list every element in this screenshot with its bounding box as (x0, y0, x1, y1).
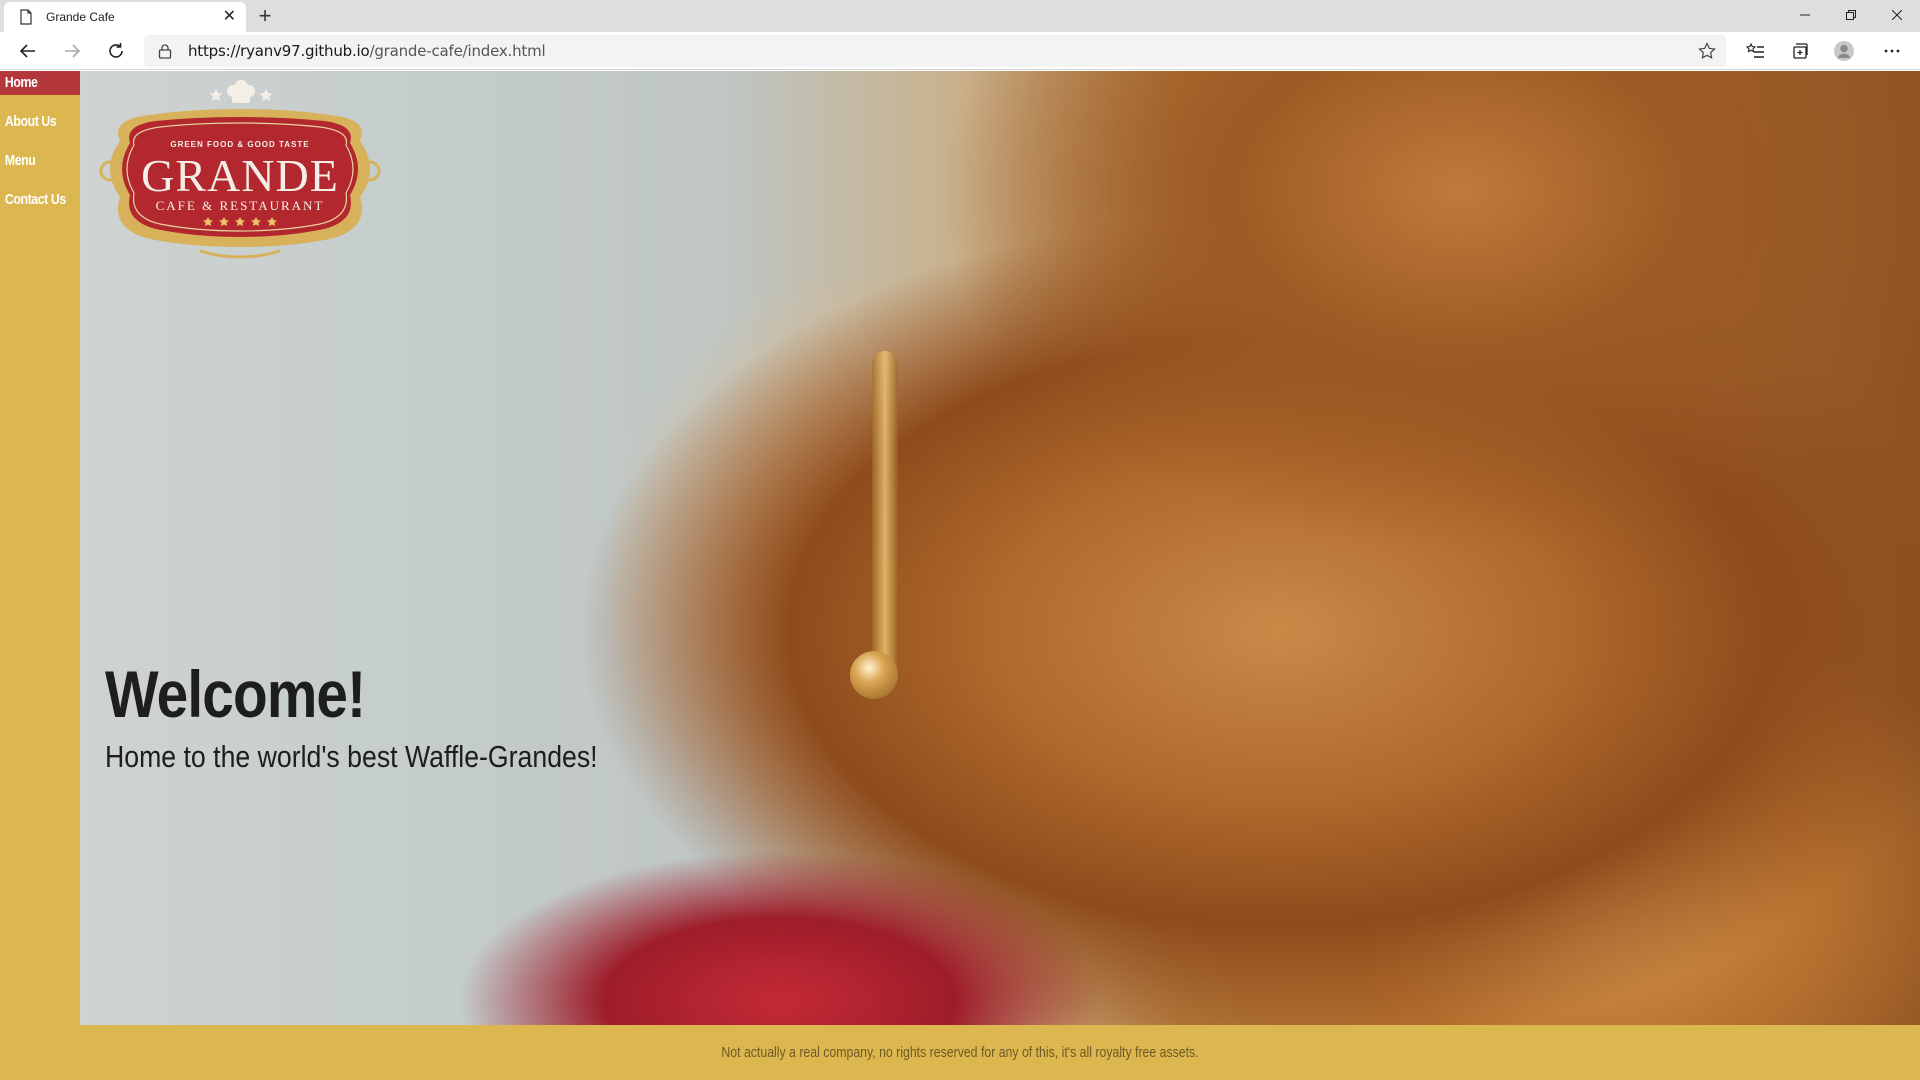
favorites-list-icon[interactable] (1740, 35, 1772, 67)
restore-button[interactable] (1828, 0, 1874, 30)
page-footer: Not actually a real company, no rights r… (0, 1025, 1920, 1080)
hero-syrup-drip (872, 351, 898, 681)
browser-tab[interactable]: Grande Cafe ✕ (4, 2, 246, 32)
close-window-button[interactable] (1874, 0, 1920, 30)
page-icon (18, 9, 34, 25)
nav-item-menu[interactable]: Menu (0, 149, 80, 173)
nav-item-home[interactable]: Home (0, 71, 81, 95)
lock-icon (158, 43, 172, 64)
collections-icon[interactable] (1784, 35, 1816, 67)
footer-text: Not actually a real company, no rights r… (721, 1044, 1199, 1061)
minimize-button[interactable] (1782, 0, 1828, 30)
hero-tagline: Home to the world's best Waffle-Grandes! (105, 739, 598, 774)
tab-title: Grande Cafe (46, 10, 115, 24)
browser-titlebar: Grande Cafe ✕ + (0, 0, 1920, 32)
refresh-icon[interactable] (100, 35, 132, 67)
new-tab-button[interactable]: + (252, 4, 278, 30)
url-host: https://ryanv97.github.io (188, 42, 370, 60)
back-arrow-icon[interactable] (12, 35, 44, 67)
window-controls (1782, 0, 1920, 32)
page: Home About Us Menu Contact Us GREEN FOOD… (0, 71, 1920, 1080)
browser-toolbar: https://ryanv97.github.io/grande-cafe/in… (0, 32, 1920, 70)
more-options-icon[interactable] (1876, 35, 1908, 67)
logo-top-text: GREEN FOOD & GOOD TASTE (170, 140, 309, 149)
sidebar-nav: Home About Us Menu Contact Us (0, 71, 81, 1025)
hero-syrup-drop (850, 651, 898, 699)
nav-item-contact-us[interactable]: Contact Us (0, 188, 80, 212)
logo-name: GRANDE (141, 150, 339, 201)
profile-avatar-icon[interactable] (1828, 35, 1860, 67)
nav-item-about-us[interactable]: About Us (0, 110, 80, 134)
hero-section: GREEN FOOD & GOOD TASTE GRANDE CAFE & RE… (80, 71, 1920, 1025)
grande-logo: GREEN FOOD & GOOD TASTE GRANDE CAFE & RE… (99, 80, 381, 259)
logo-subtitle: CAFE & RESTAURANT (156, 198, 325, 213)
url-path: /grande-cafe/index.html (369, 42, 546, 60)
url-text[interactable]: https://ryanv97.github.io/grande-cafe/in… (188, 42, 546, 60)
address-bar[interactable]: https://ryanv97.github.io/grande-cafe/in… (144, 35, 1726, 67)
forward-arrow-icon[interactable] (56, 35, 88, 67)
favorite-star-icon[interactable] (1698, 42, 1716, 65)
hero-heading: Welcome! (105, 657, 366, 731)
close-tab-icon[interactable]: ✕ (223, 9, 236, 25)
